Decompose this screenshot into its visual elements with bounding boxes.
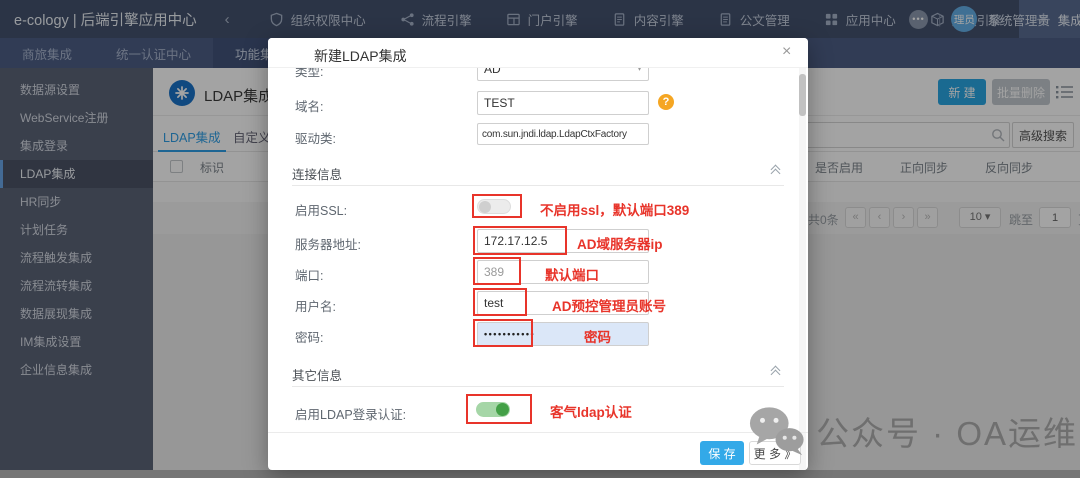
modal-footer-divider <box>268 432 808 433</box>
ssl-label: 启用SSL: <box>295 204 348 218</box>
annotation-box-port <box>473 257 521 285</box>
collapse-chevron-icon[interactable] <box>770 164 782 179</box>
new-ldap-modal: 类型: AD ▾ 域名: ? 驱动类: 连接信息 启用SSL: 不启用ssl，默… <box>268 38 808 470</box>
help-icon[interactable]: ? <box>658 94 674 110</box>
domain-input[interactable] <box>477 91 649 115</box>
section-connection-title: 连接信息 <box>292 168 343 182</box>
section-divider <box>292 386 784 387</box>
wechat-icon <box>749 407 804 456</box>
annotation-ssl: 不启用ssl，默认端口389 <box>540 203 690 218</box>
annotation-box-server <box>473 226 567 255</box>
ldap-auth-label: 启用LDAP登录认证: <box>295 408 407 422</box>
port-label: 端口: <box>295 269 324 283</box>
driver-class-input[interactable] <box>477 123 649 145</box>
annotation-box-password <box>473 319 533 347</box>
collapse-chevron-icon[interactable] <box>770 365 782 380</box>
driver-label: 驱动类: <box>295 132 336 146</box>
server-label: 服务器地址: <box>295 238 361 252</box>
annotation-password: 密码 <box>584 330 611 345</box>
annotation-port: 默认端口 <box>545 268 599 283</box>
watermark: 公众号 · OA运维 <box>748 404 1078 458</box>
modal-scrollbar-thumb[interactable] <box>799 74 806 116</box>
username-label: 用户名: <box>295 300 336 314</box>
section-other-title: 其它信息 <box>292 369 343 383</box>
password-label: 密码: <box>295 331 324 345</box>
save-button[interactable]: 保 存 <box>700 441 744 465</box>
annotation-box-ldap-auth <box>466 394 532 424</box>
watermark-text: 公众号 · OA运维 <box>816 415 1079 452</box>
annotation-username: AD预控管理员账号 <box>552 299 666 314</box>
annotation-server: AD域服务器ip <box>577 237 663 252</box>
domain-label: 域名: <box>295 100 324 114</box>
modal-title: 新建LDAP集成 <box>314 48 407 64</box>
close-icon[interactable]: × <box>782 43 791 61</box>
section-divider <box>292 185 784 186</box>
annotation-box-username <box>473 288 527 316</box>
annotation-box-ssl <box>472 194 522 218</box>
annotation-ldap-auth: 客气ldap认证 <box>550 405 632 420</box>
app: e-cology | 后端引擎应用中心 ‹ 组织权限中心 流程引擎 门户引擎 内… <box>0 0 1080 478</box>
